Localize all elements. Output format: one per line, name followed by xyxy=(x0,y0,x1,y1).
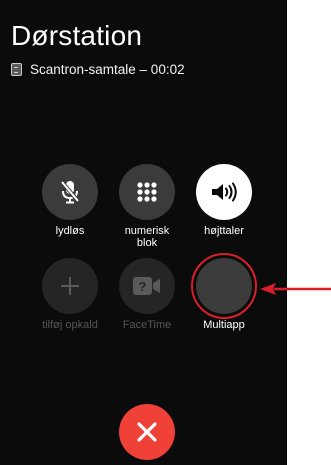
speaker-label: højttaler xyxy=(204,225,244,237)
facetime-circle[interactable]: ? xyxy=(119,258,175,314)
speaker-circle[interactable] xyxy=(196,164,252,220)
mute-label: lydløs xyxy=(55,225,85,237)
call-status: Scantron-samtale – 00:02 xyxy=(11,62,185,77)
end-call-button[interactable] xyxy=(119,404,175,460)
call-screen: Dørstation Scantron-samtale – 00:02 lydl… xyxy=(0,0,287,465)
add-call-label: tilføj opkald xyxy=(42,319,98,331)
keypad-circle[interactable] xyxy=(119,164,175,220)
multiapp-label: Multiapp xyxy=(203,319,245,331)
facetime-button[interactable]: ? FaceTime xyxy=(117,258,177,331)
add-call-button[interactable]: tilføj opkald xyxy=(40,258,100,331)
mute-circle[interactable] xyxy=(42,164,98,220)
call-status-text: Scantron-samtale – 00:02 xyxy=(30,62,185,77)
close-icon xyxy=(137,422,157,442)
facetime-label: FaceTime xyxy=(122,319,172,331)
keypad-button[interactable]: numerisk blok xyxy=(117,164,177,249)
keypad-label: numerisk blok xyxy=(124,225,170,249)
annotation-arrow-icon xyxy=(260,283,331,295)
video-question-icon: ? xyxy=(133,277,160,295)
keypad-icon xyxy=(137,182,157,202)
plus-icon xyxy=(61,277,79,295)
app-icon xyxy=(11,63,22,76)
svg-text:?: ? xyxy=(139,279,147,294)
add-call-circle[interactable] xyxy=(42,258,98,314)
multiapp-circle[interactable] xyxy=(196,258,252,314)
mute-button[interactable]: lydløs xyxy=(40,164,100,237)
multiapp-button[interactable]: Multiapp xyxy=(194,258,254,331)
page-title: Dørstation xyxy=(11,20,143,51)
speaker-button[interactable]: højttaler xyxy=(194,164,254,237)
mic-slash-icon xyxy=(60,180,80,204)
speaker-icon xyxy=(212,182,237,202)
